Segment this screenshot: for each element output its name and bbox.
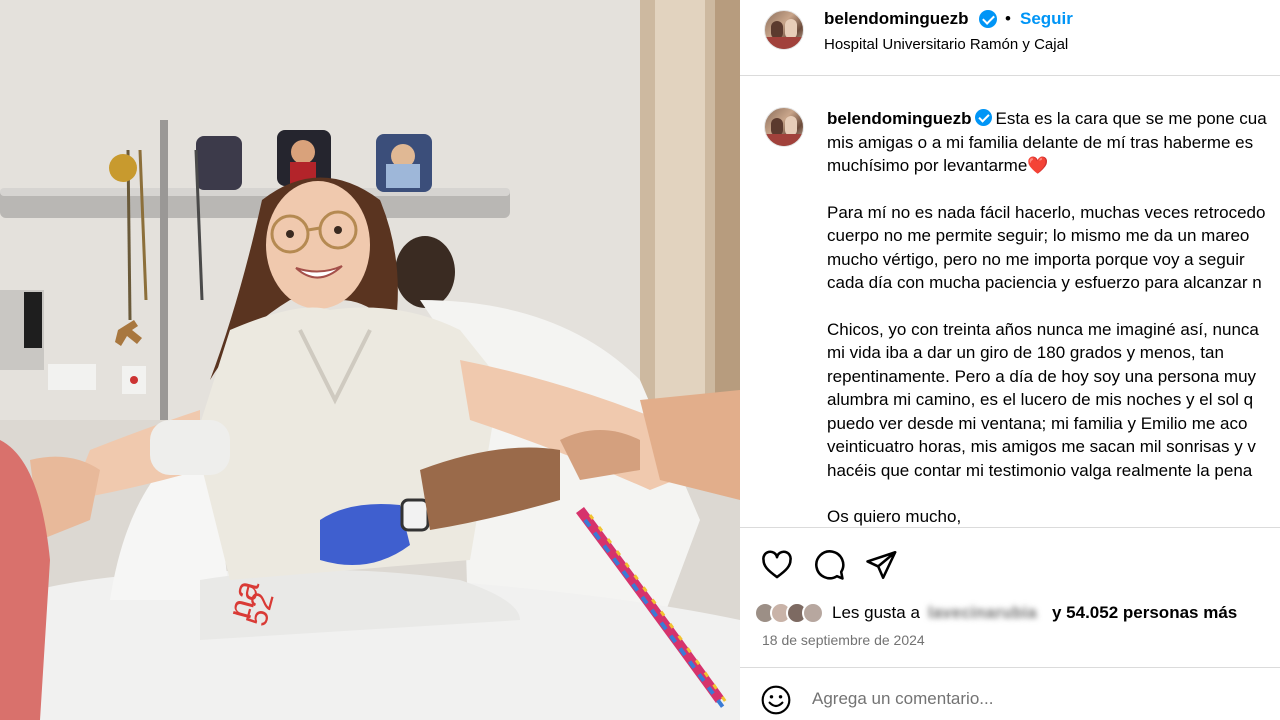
hospital-room-photo: na 52 [0,0,740,720]
caption-paragraph-3: Chicos, yo con treinta años nunca me ima… [827,319,1259,480]
caption-author-avatar[interactable] [764,107,804,147]
verified-badge-icon [974,109,992,126]
post-actions: Les gusta a lavecinarubia y 54.052 perso… [740,527,1280,667]
likes-prefix: Les gusta a [832,603,920,622]
liker-username[interactable]: lavecinarubia [928,603,1037,623]
red-heart-emoji: ❤️ [1027,156,1049,175]
heart-outline-icon[interactable] [760,548,794,582]
smiley-icon[interactable] [760,684,792,716]
likes-summary[interactable]: Les gusta a lavecinarubia y 54.052 perso… [754,600,1274,626]
post-location[interactable]: Hospital Universitario Ramón y Cajal [824,36,1068,53]
author-username[interactable]: belendominguezb [824,9,969,29]
caption-line-2: mis amigas o a mi familia delante de mí … [827,132,1254,152]
post-header: belendominguezb • Seguir Hospital Univer… [740,0,1280,76]
comment-bar [740,667,1280,720]
author-avatar[interactable] [764,10,804,50]
caption-username[interactable]: belendominguezb [827,109,972,128]
caption-paragraph-4: Os quiero mucho, [827,507,962,526]
separator-dot: • [1005,9,1011,28]
post-sidebar: belendominguezb • Seguir Hospital Univer… [740,0,1280,720]
speech-bubble-icon[interactable] [812,548,846,582]
caption-line-1: Esta es la cara que se me pone cua [995,109,1267,128]
caption-area: belendominguezb Esta es la cara que se me… [740,77,1280,527]
caption-paragraph-2: Para mí no es nada fácil hacerlo, muchas… [827,202,1266,293]
caption-text: belendominguezb Esta es la cara que se me… [827,107,1280,527]
paper-plane-icon[interactable] [864,548,898,582]
liker-avatars [754,602,826,624]
comment-input[interactable] [812,682,1252,716]
post-date[interactable]: 18 de septiembre de 2024 [762,632,925,648]
follow-button[interactable]: Seguir [1020,9,1073,29]
likes-count[interactable]: y 54.052 personas más [1052,603,1237,623]
verified-badge-icon [979,10,997,28]
caption-line-3: muchísimo por levantarme [827,156,1028,175]
post-photo[interactable]: na 52 [0,0,740,720]
